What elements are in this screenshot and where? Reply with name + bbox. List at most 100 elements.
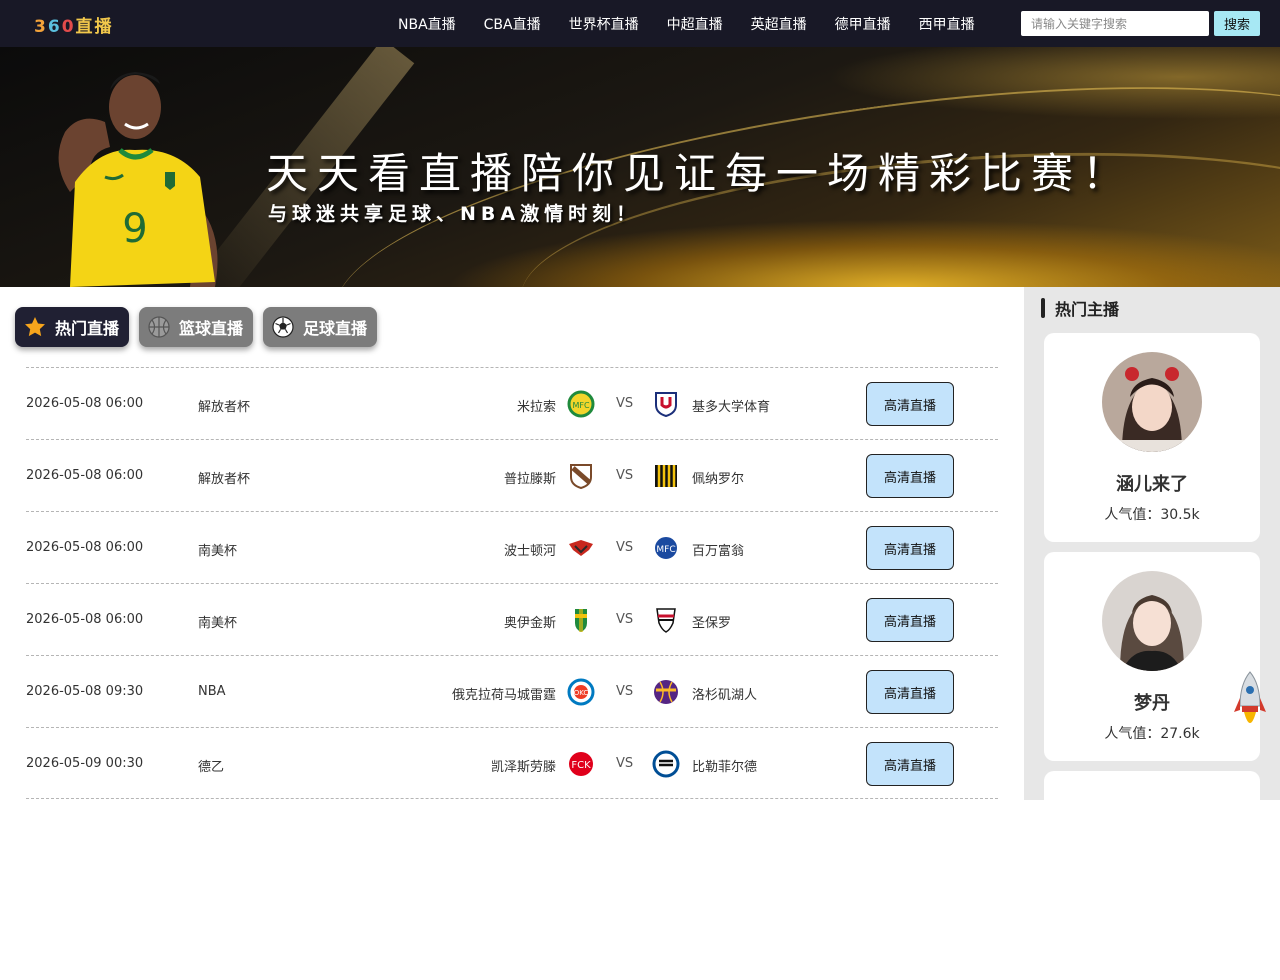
match-row: 2026-05-08 09:30 NBA 俄克拉荷马城雷霆 OKC VS 洛杉矶… — [26, 655, 998, 727]
home-team[interactable]: 波士顿河 — [504, 540, 556, 559]
mirassol-crest-icon: MFC — [567, 390, 595, 418]
away-team[interactable]: 基多大学体育 — [692, 396, 770, 415]
jersey-number: 9 — [122, 206, 147, 252]
home-team[interactable]: 普拉滕斯 — [504, 468, 556, 487]
streamer-name: 梦丹 — [1134, 693, 1170, 714]
logo-text: 直播 — [75, 17, 114, 37]
tab-basketball-live-label: 篮球直播 — [179, 319, 244, 338]
match-league: 解放者杯 — [198, 472, 251, 487]
nav-premier-league[interactable]: 英超直播 — [751, 14, 807, 34]
match-row: 2026-05-08 06:00 解放者杯 普拉滕斯 VS 佩纳罗尔 高清直播 — [26, 439, 998, 511]
search-input[interactable] — [1021, 11, 1209, 36]
vs-label: VS — [616, 684, 634, 699]
streamer-avatar[interactable] — [1102, 571, 1202, 671]
search-button[interactable]: 搜索 — [1214, 11, 1260, 36]
back-to-top-rocket-icon[interactable] — [1232, 670, 1268, 736]
ohiggins-crest-icon — [575, 609, 587, 632]
vs-label: VS — [616, 612, 634, 627]
vs-label: VS — [616, 540, 634, 555]
match-time: 2026-05-08 06:00 — [26, 468, 144, 483]
main-nav: NBA直播 CBA直播 世界杯直播 中超直播 英超直播 德甲直播 西甲直播 — [384, 0, 989, 47]
streamer-avatar[interactable] — [1102, 352, 1202, 452]
star-icon — [25, 317, 45, 337]
match-league: NBA — [198, 684, 226, 699]
match-league: 南美杯 — [198, 616, 238, 631]
basketball-icon — [148, 316, 170, 338]
hd-live-button[interactable]: 高清直播 — [866, 526, 954, 570]
soccer-ball-icon — [272, 316, 294, 338]
hero-banner: 9 天天看直播陪你见证每一场精彩比赛！ 与球迷共享足球、NBA激情时刻！ — [0, 47, 1280, 287]
home-team[interactable]: 凯泽斯劳滕 — [491, 756, 556, 775]
vs-label: VS — [616, 396, 634, 411]
category-tabs: 热门直播 篮球直播 足球直播 — [15, 307, 387, 347]
nav-nba[interactable]: NBA直播 — [398, 14, 456, 34]
okc-thunder-logo-icon: OKC — [567, 678, 595, 706]
hd-live-button[interactable]: 高清直播 — [866, 742, 954, 786]
banner-sub-slogan: 与球迷共享足球、NBA激情时刻！ — [268, 203, 641, 225]
match-row: 2026-05-08 06:00 解放者杯 米拉索 MFC VS 基多大学体育 … — [26, 367, 998, 439]
away-team[interactable]: 比勒菲尔德 — [692, 756, 757, 775]
platense-crest-icon — [570, 464, 592, 490]
boston-river-crest-icon — [569, 540, 593, 556]
away-team[interactable]: 佩纳罗尔 — [692, 468, 744, 487]
match-time: 2026-05-09 00:30 — [26, 756, 144, 771]
match-row: 2026-05-09 00:30 德乙 凯泽斯劳滕 FCK VS 比勒菲尔德 高… — [26, 727, 998, 799]
player-image: 9 — [58, 72, 218, 287]
streamer-card[interactable]: 梦丹 人气值：27.6k — [1044, 552, 1260, 761]
kaiserslautern-crest-icon: FCK — [569, 752, 593, 776]
tab-hot-live[interactable]: 热门直播 — [15, 307, 130, 347]
svg-text:OKC: OKC — [574, 689, 589, 697]
streamer-popularity: 人气值：30.5k — [1104, 507, 1200, 523]
away-team[interactable]: 洛杉矶湖人 — [692, 684, 757, 703]
match-league: 解放者杯 — [198, 400, 251, 415]
match-row: 2026-05-08 06:00 南美杯 奥伊金斯 VS 圣保罗 高清直播 — [26, 583, 998, 655]
penarol-crest-icon — [655, 465, 677, 487]
match-time: 2026-05-08 06:00 — [26, 612, 144, 627]
hd-live-button[interactable]: 高清直播 — [866, 382, 954, 426]
sidebar-title-text: 热门主播 — [1055, 300, 1120, 319]
home-team[interactable]: 米拉索 — [517, 396, 556, 415]
title-bar-accent — [1041, 298, 1045, 318]
svg-text:MFC: MFC — [656, 545, 675, 555]
streamer-card-partial[interactable] — [1044, 771, 1260, 980]
match-list: 2026-05-08 06:00 解放者杯 米拉索 MFC VS 基多大学体育 … — [26, 367, 998, 799]
home-team[interactable]: 奥伊金斯 — [504, 612, 556, 631]
vs-label: VS — [616, 756, 634, 771]
match-time: 2026-05-08 06:00 — [26, 396, 144, 411]
away-team[interactable]: 百万富翁 — [692, 540, 744, 559]
nav-cba[interactable]: CBA直播 — [484, 14, 541, 34]
bielefeld-crest-icon — [652, 750, 680, 778]
logo-digit-3: 3 — [34, 17, 48, 37]
away-team[interactable]: 圣保罗 — [692, 612, 731, 631]
logo-digit-0: 0 — [61, 17, 76, 37]
hd-live-button[interactable]: 高清直播 — [866, 598, 954, 642]
svg-text:FCK: FCK — [571, 760, 591, 771]
logo-digit-6: 6 — [47, 17, 62, 37]
match-time: 2026-05-08 09:30 — [26, 684, 144, 699]
hd-live-button[interactable]: 高清直播 — [866, 670, 954, 714]
nav-csl[interactable]: 中超直播 — [667, 14, 723, 34]
site-logo[interactable]: 360直播 — [34, 12, 114, 37]
banner-slogan: 天天看直播陪你见证每一场精彩比赛！ — [266, 149, 1134, 198]
match-row: 2026-05-08 06:00 南美杯 波士顿河 VS MFC 百万富翁 高清… — [26, 511, 998, 583]
streamer-name: 涵儿来了 — [1116, 474, 1188, 495]
streamer-popularity: 人气值：27.6k — [1104, 726, 1200, 742]
match-time: 2026-05-08 06:00 — [26, 540, 144, 555]
match-league: 南美杯 — [198, 544, 238, 559]
sidebar-title: 热门主播 — [1041, 297, 1119, 319]
hd-live-button[interactable]: 高清直播 — [866, 454, 954, 498]
lakers-logo-icon — [654, 680, 678, 704]
home-team[interactable]: 俄克拉荷马城雷霆 — [452, 684, 556, 703]
match-league: 德乙 — [198, 760, 225, 775]
sao-paulo-crest-icon — [656, 608, 676, 633]
ldu-quito-crest-icon — [655, 392, 677, 418]
tab-basketball-live[interactable]: 篮球直播 — [139, 307, 254, 347]
tab-football-live[interactable]: 足球直播 — [263, 307, 378, 347]
streamer-card[interactable]: 涵儿来了 人气值：30.5k — [1044, 333, 1260, 542]
nav-laliga[interactable]: 西甲直播 — [919, 14, 975, 34]
nav-world-cup[interactable]: 世界杯直播 — [569, 14, 639, 34]
nav-bundesliga[interactable]: 德甲直播 — [835, 14, 891, 34]
vs-label: VS — [616, 468, 634, 483]
top-header: 360直播 NBA直播 CBA直播 世界杯直播 中超直播 英超直播 德甲直播 西… — [0, 0, 1280, 47]
millonarios-crest-icon: MFC — [653, 535, 679, 561]
